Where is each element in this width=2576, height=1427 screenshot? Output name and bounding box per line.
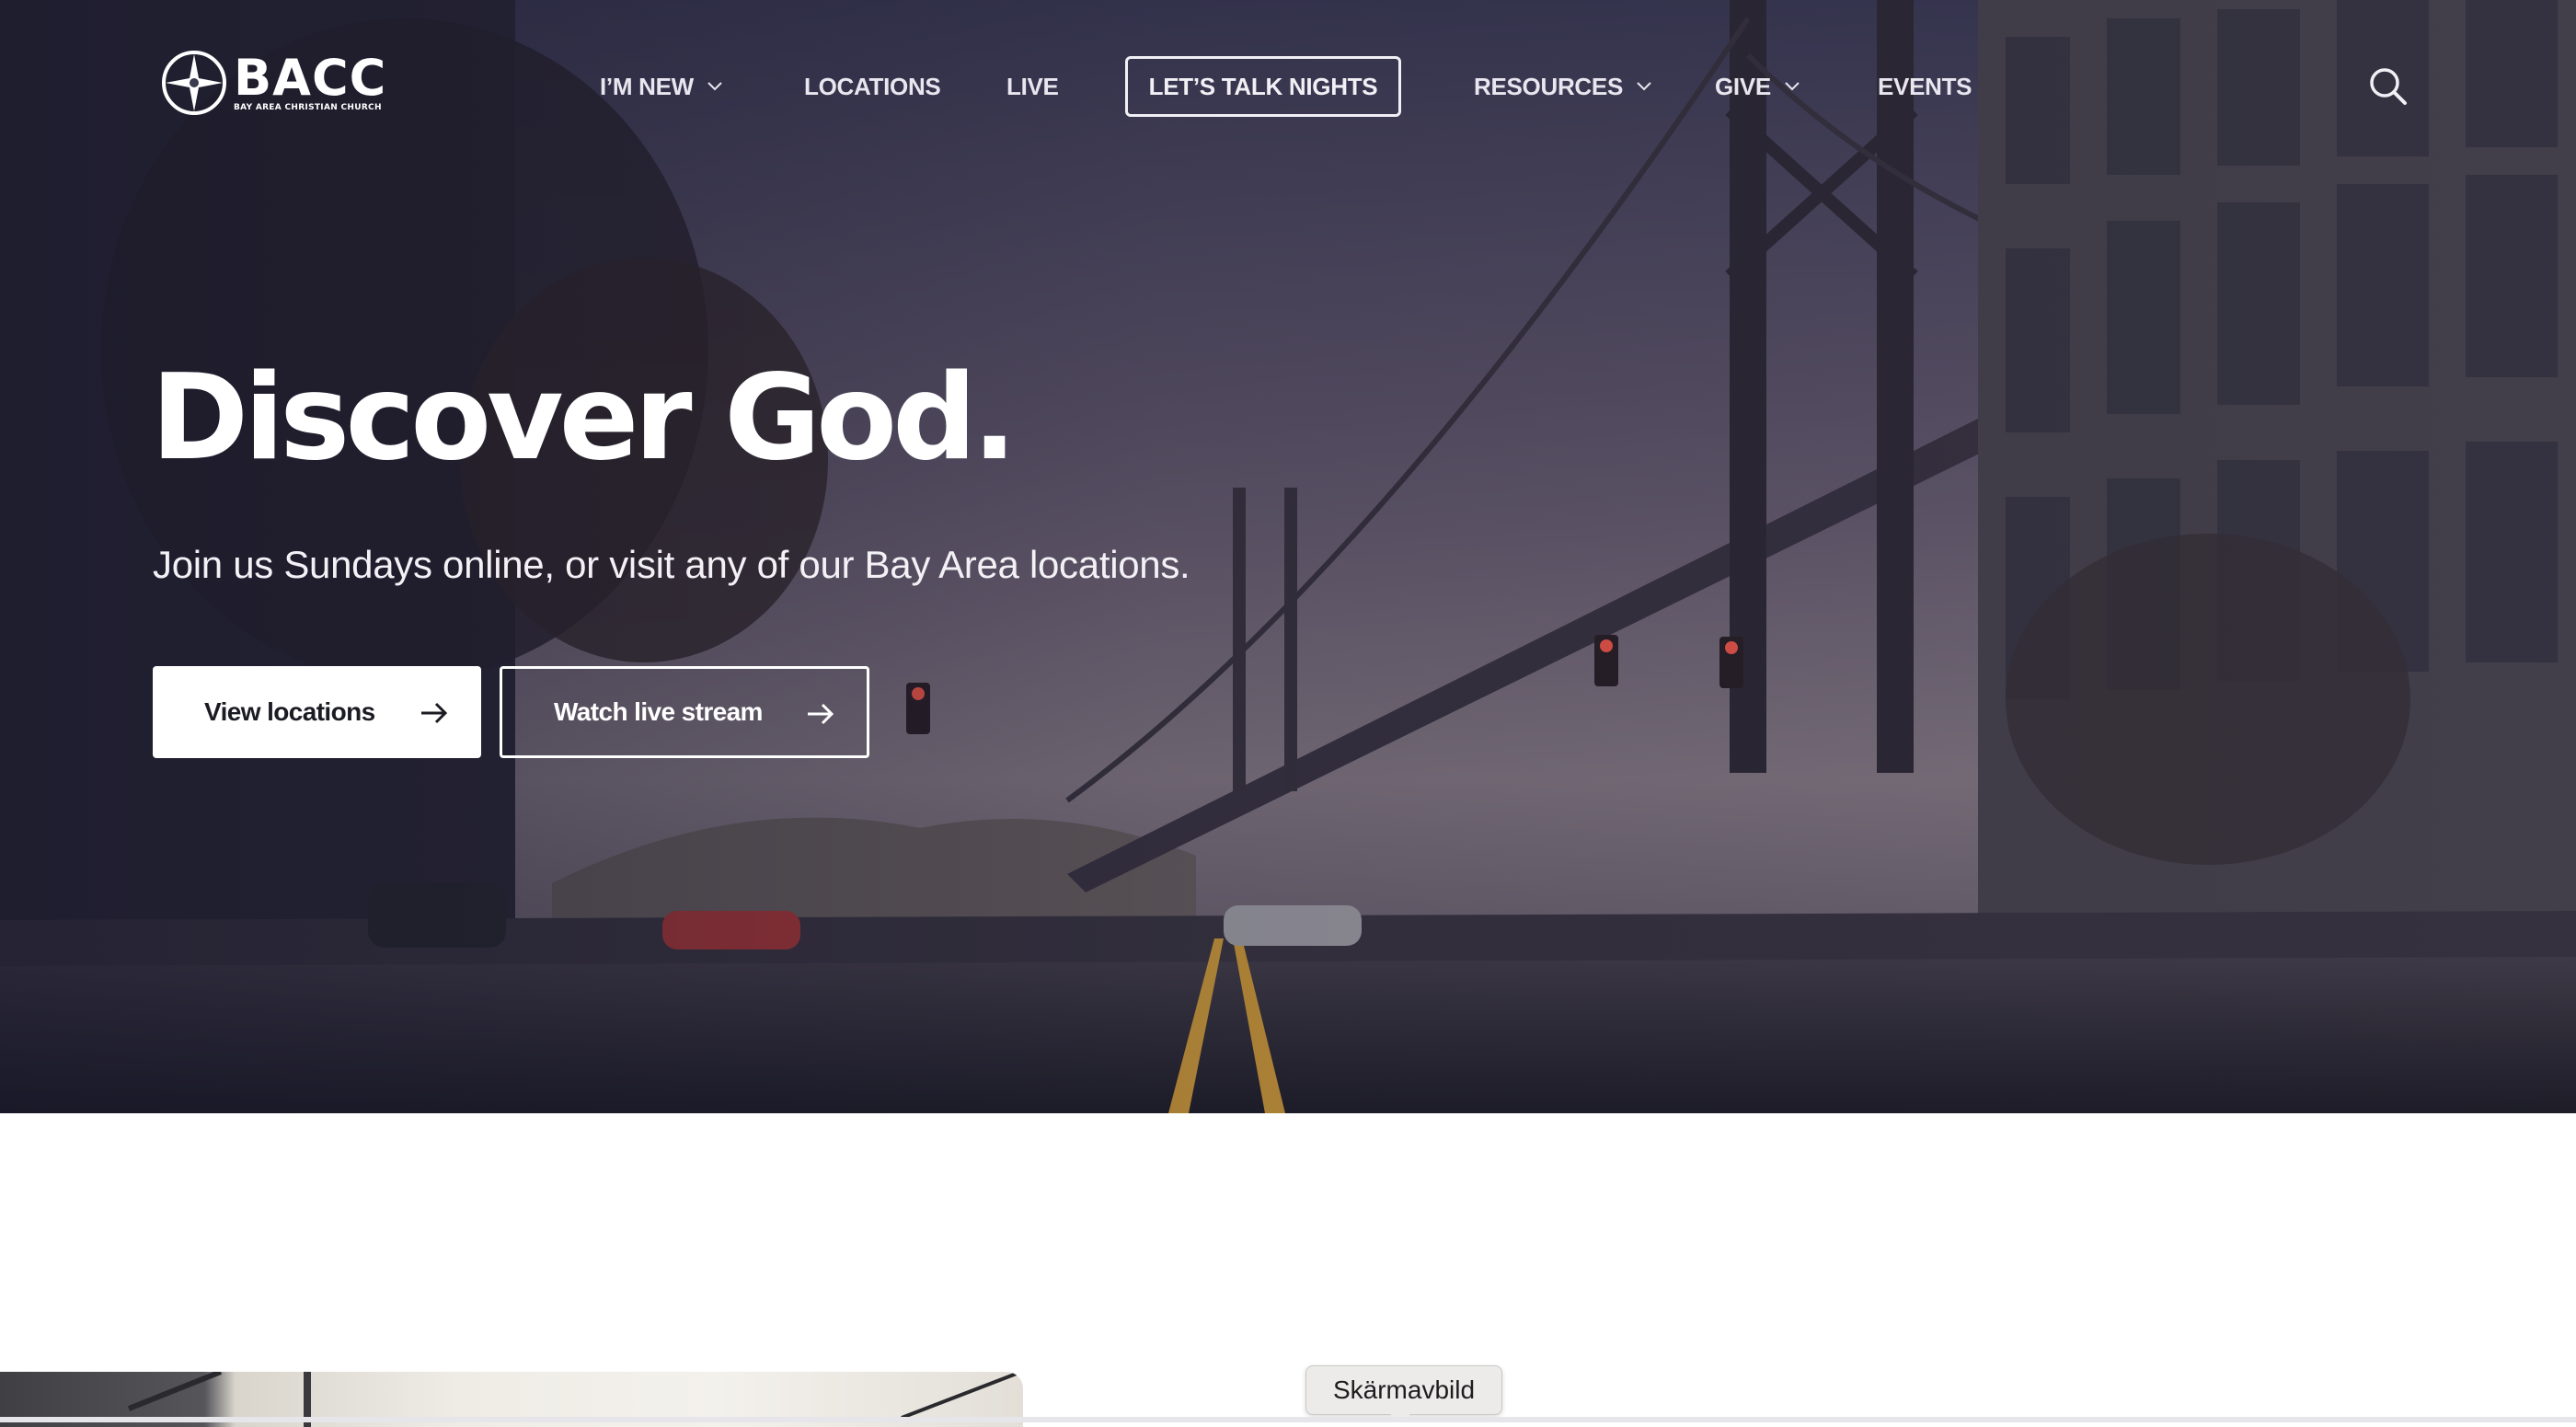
button-label: View locations [204, 697, 375, 726]
chevron-down-icon [1785, 82, 1800, 91]
view-locations-button[interactable]: View locations [153, 666, 481, 758]
search-icon[interactable] [2368, 66, 2409, 107]
compass-logo-icon [162, 51, 226, 115]
hero-headline: Discover God. [151, 350, 1017, 487]
nav-item-lets-talk-nights[interactable]: LET’S TALK NIGHTS [1125, 56, 1401, 117]
arrow-right-icon [421, 702, 448, 724]
hero-subline: Join us Sundays online, or visit any of … [153, 543, 1190, 586]
nav-item-label: LOCATIONS [804, 73, 941, 100]
tooltip-text: Skärmavbild [1332, 1375, 1476, 1404]
nav-item-label: LIVE [1006, 73, 1059, 100]
nav-item-locations[interactable]: LOCATIONS [804, 68, 941, 105]
nav-item-label: GIVE [1715, 73, 1771, 100]
logo-text: BACC BAY AREA CHRISTIAN CHURCH [234, 49, 387, 113]
watch-live-stream-button[interactable]: Watch live stream [500, 666, 869, 758]
nav-item-label: I’M NEW [600, 73, 694, 100]
logo[interactable]: BACC BAY AREA CHRISTIAN CHURCH [160, 46, 390, 120]
chevron-down-icon [707, 82, 722, 91]
nav-item-events[interactable]: EVENTS [1878, 68, 1972, 105]
nav-item-label: EVENTS [1878, 73, 1972, 100]
top-navigation: BACC BAY AREA CHRISTIAN CHURCH I’M NEW L… [0, 0, 2576, 175]
button-label: Watch live stream [554, 697, 763, 726]
brand-name: BACC [234, 49, 387, 107]
arrow-right-icon [808, 703, 834, 725]
bottom-edge-strip [0, 1417, 2576, 1422]
nav-item-im-new[interactable]: I’M NEW [600, 68, 723, 105]
nav-item-label: RESOURCES [1474, 73, 1623, 100]
chevron-down-icon [1637, 82, 1651, 91]
screenshot-tooltip: Skärmavbild [1305, 1365, 1502, 1415]
nav-item-live[interactable]: LIVE [1006, 68, 1059, 105]
nav-item-label: LET’S TALK NIGHTS [1148, 72, 1378, 100]
brand-tagline: BAY AREA CHRISTIAN CHURCH [234, 103, 382, 112]
nav-item-give[interactable]: GIVE [1715, 68, 1800, 105]
hero-section: BACC BAY AREA CHRISTIAN CHURCH I’M NEW L… [0, 0, 2576, 1113]
nav-item-resources[interactable]: RESOURCES [1474, 68, 1652, 105]
